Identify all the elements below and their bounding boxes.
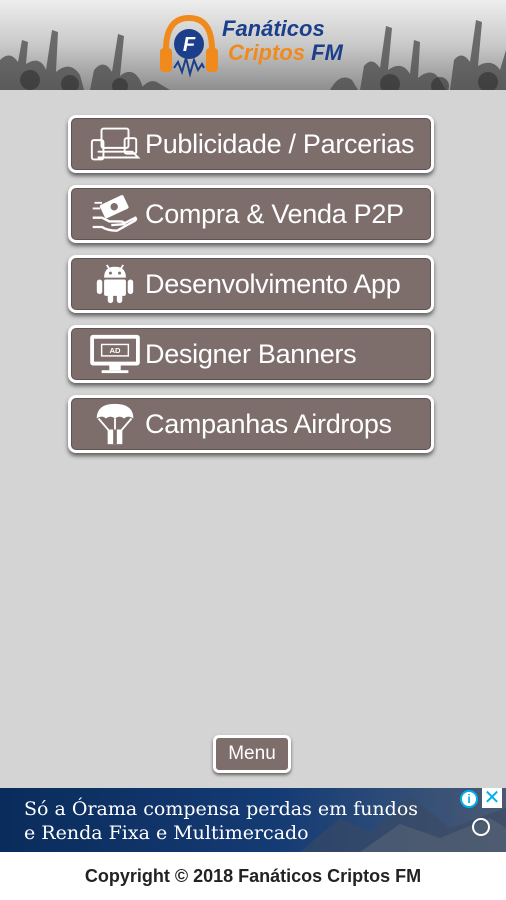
menu-button-publicidade-parcerias[interactable]: Publicidade / Parcerias <box>68 115 434 173</box>
menu-button-label: Campanhas Airdrops <box>145 408 392 439</box>
headphones-logo-icon: F <box>160 14 218 78</box>
money-hand-icon <box>85 188 145 240</box>
parachute-icon <box>85 398 145 450</box>
ad-text-line1: Só a Órama compensa perdas em fundos <box>24 798 419 820</box>
ad-banner[interactable]: Só a Órama compensa perdas em fundos e R… <box>0 788 506 852</box>
menu-button-designer-banners[interactable]: AD Designer Banners <box>68 325 434 383</box>
ad-monitor-icon: AD <box>85 328 145 380</box>
logo-word-criptos: Criptos <box>228 40 305 65</box>
header-banner: F Fanáticos Criptos FM <box>0 0 506 90</box>
ad-open-circle-icon[interactable] <box>472 818 490 836</box>
devices-icon <box>85 118 145 170</box>
logo-title-line2: Criptos FM <box>228 40 343 66</box>
menu-button-label: Publicidade / Parcerias <box>145 128 415 159</box>
menu-button-campanhas-airdrops[interactable]: Campanhas Airdrops <box>68 395 434 453</box>
ad-text-line2: e Renda Fixa e Multimercado <box>24 822 309 844</box>
app-logo: F Fanáticos Criptos FM <box>158 10 358 82</box>
ad-info-icon[interactable]: i <box>460 790 478 808</box>
menu-button-label: Desenvolvimento App <box>145 268 401 299</box>
footer-copyright: Copyright © 2018 Fanáticos Criptos FM <box>0 852 506 900</box>
menu-button[interactable]: Menu <box>213 735 291 773</box>
menu-button-desenvolvimento-app[interactable]: Desenvolvimento App <box>68 255 434 313</box>
logo-title-line1: Fanáticos <box>222 16 325 41</box>
menu-button-label: Compra & Venda P2P <box>145 198 404 229</box>
svg-text:AD: AD <box>109 346 121 355</box>
svg-text:F: F <box>183 34 196 56</box>
menu-button-compra-venda-p2p[interactable]: Compra & Venda P2P <box>68 185 434 243</box>
logo-word-fm: FM <box>305 40 343 65</box>
menu-button-label: Designer Banners <box>145 338 357 369</box>
android-icon <box>85 258 145 310</box>
ad-close-icon[interactable]: ✕ <box>482 788 502 808</box>
